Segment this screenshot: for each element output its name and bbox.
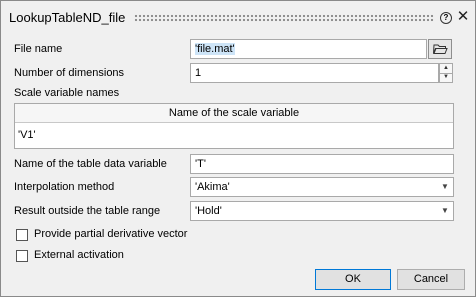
spin-down-icon[interactable]: ▼ [440, 73, 452, 82]
chevron-down-icon[interactable]: ▼ [437, 178, 453, 196]
table-column-header: Name of the scale variable [15, 104, 453, 123]
drag-grip[interactable] [134, 14, 434, 22]
outside-value: 'Hold' [195, 205, 222, 217]
interp-value: 'Akima' [195, 181, 230, 193]
table-var-field[interactable]: 'T' [190, 154, 454, 174]
folder-open-icon [433, 44, 448, 54]
browse-button[interactable] [428, 39, 452, 59]
table-var-label: Name of the table data variable [14, 158, 167, 170]
dimensions-spinner[interactable]: ▲ ▼ [439, 63, 453, 83]
dialog-window: LookupTableND_file ? ✕ File name 'file.m… [0, 0, 476, 297]
dimensions-label: Number of dimensions [14, 67, 125, 79]
title-bar[interactable]: LookupTableND_file ? ✕ [1, 1, 475, 34]
help-icon[interactable]: ? [440, 12, 452, 24]
file-name-field[interactable]: 'file.mat' [190, 39, 427, 59]
scale-names-table: Name of the scale variable 'V1' [14, 103, 454, 149]
interp-select[interactable]: 'Akima' ▼ [190, 177, 454, 197]
dimensions-field[interactable]: 1 [190, 63, 439, 83]
outside-select[interactable]: 'Hold' ▼ [190, 201, 454, 221]
window-title: LookupTableND_file [9, 10, 126, 25]
partial-derivative-label: Provide partial derivative vector [34, 228, 188, 240]
outside-label: Result outside the table range [14, 205, 161, 217]
table-row[interactable]: 'V1' [15, 123, 453, 148]
file-name-value: 'file.mat' [195, 43, 235, 55]
ok-button[interactable]: OK [315, 269, 391, 290]
chevron-down-icon[interactable]: ▼ [437, 202, 453, 220]
cancel-button[interactable]: Cancel [397, 269, 465, 290]
external-activation-checkbox[interactable] [16, 250, 28, 262]
external-activation-label: External activation [34, 249, 124, 261]
file-name-label: File name [14, 43, 63, 55]
scale-names-label: Scale variable names [14, 87, 120, 99]
close-icon[interactable]: ✕ [456, 8, 470, 26]
interp-label: Interpolation method [14, 181, 115, 193]
partial-derivative-checkbox[interactable] [16, 229, 28, 241]
